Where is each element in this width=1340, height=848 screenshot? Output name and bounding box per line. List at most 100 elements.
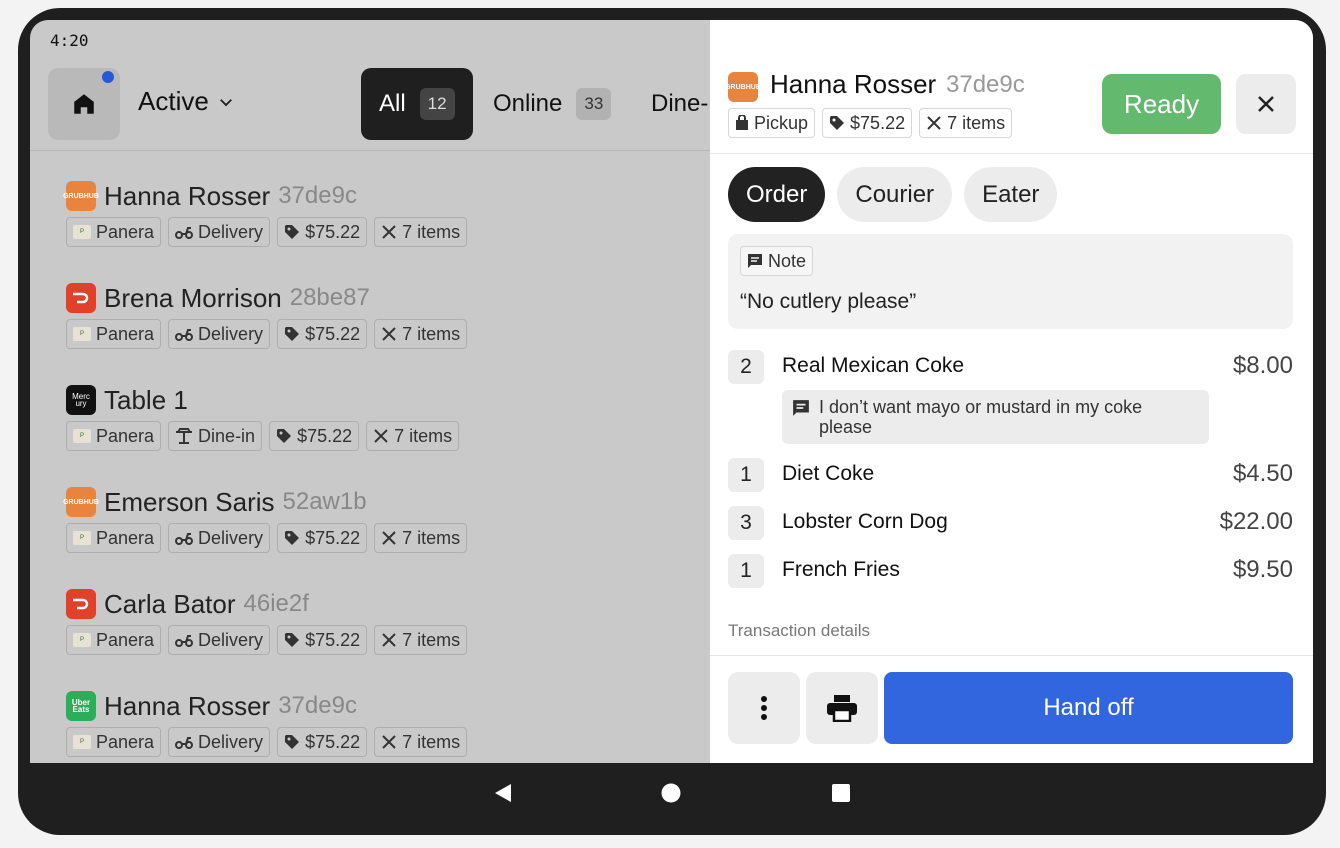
panera-logo: P <box>73 225 91 239</box>
order-id: 28be87 <box>289 284 370 311</box>
table-icon <box>176 428 193 444</box>
filter-online[interactable]: Online 33 <box>475 68 629 140</box>
detail-footer: Hand off <box>710 655 1313 763</box>
message-icon <box>748 254 762 268</box>
item-modifier: I don’t want mayo or mustard in my coke … <box>782 390 1209 444</box>
order-item: 1 French Fries $9.50 <box>728 554 1293 588</box>
utensils-icon <box>382 327 396 341</box>
items-chip: 7 items <box>374 523 468 553</box>
uber-eats-logo: Uber Eats <box>66 691 96 721</box>
items-chip: 7 items <box>366 421 460 451</box>
order-row[interactable]: Merc ury Table 1 P Panera Dine-in $75.22 … <box>66 384 460 451</box>
panera-logo: P <box>73 531 91 545</box>
utensils-icon <box>374 429 388 443</box>
notification-dot <box>102 71 114 83</box>
nav-recents-button[interactable] <box>811 763 871 823</box>
items-chip: 7 items <box>374 727 468 757</box>
system-nav-bar <box>30 763 1313 823</box>
item-name: Lobster Corn Dog <box>782 510 948 533</box>
filter-count: 12 <box>419 88 455 120</box>
recents-icon <box>832 784 850 802</box>
scooter-icon <box>175 533 194 545</box>
view-dropdown[interactable]: Active <box>138 86 235 117</box>
back-icon <box>495 784 511 802</box>
printer-icon <box>827 695 857 722</box>
mode-chip: Delivery <box>168 625 271 655</box>
customer-name: Emerson Saris <box>104 486 275 517</box>
brand-chip: P Panera <box>66 625 162 655</box>
ready-button[interactable]: Ready <box>1102 74 1221 134</box>
order-row[interactable]: Brena Morrison 28be87 P Panera Delivery $… <box>66 282 468 349</box>
panera-logo: P <box>73 633 91 647</box>
order-item: 3 Lobster Corn Dog $22.00 <box>728 506 1293 540</box>
mode-chip: Delivery <box>168 727 271 757</box>
scooter-icon <box>175 329 194 341</box>
scooter-icon <box>175 227 194 239</box>
filter-all[interactable]: All 12 <box>361 68 473 140</box>
order-detail-panel: GRUBHUB Hanna Rosser 37de9c Pickup $75.2… <box>710 20 1313 763</box>
item-name: French Fries <box>782 558 900 581</box>
home-icon <box>74 94 94 114</box>
tab-eater[interactable]: Eater <box>964 167 1058 222</box>
nav-back-button[interactable] <box>473 763 533 823</box>
tag-icon <box>285 735 300 749</box>
close-button[interactable] <box>1236 74 1296 134</box>
print-button[interactable] <box>806 672 878 744</box>
utensils-icon <box>927 116 941 130</box>
utensils-icon <box>382 633 396 647</box>
order-row[interactable]: Uber Eats Hanna Rosser 37de9c P Panera De… <box>66 690 468 757</box>
order-row[interactable]: Carla Bator 46ie2f P Panera Delivery $75.… <box>66 588 468 655</box>
mode-chip: Pickup <box>728 108 816 138</box>
total-chip: $75.22 <box>277 319 368 349</box>
total-chip: $75.22 <box>822 108 913 138</box>
scooter-icon <box>175 737 194 749</box>
order-row[interactable]: GRUBHUB Hanna Rosser 37de9c P Panera Deli… <box>63 180 468 247</box>
more-button[interactable] <box>728 672 800 744</box>
items-chip: 7 items <box>374 319 468 349</box>
utensils-icon <box>382 735 396 749</box>
mode-chip: Dine-in <box>168 421 263 451</box>
hand-off-button[interactable]: Hand off <box>884 672 1293 744</box>
order-id: 37de9c <box>278 692 357 719</box>
more-vertical-icon <box>761 696 767 720</box>
detail-tabs: Order Courier Eater <box>728 167 1058 222</box>
tab-order[interactable]: Order <box>728 167 826 222</box>
modifier-text: I don’t want mayo or mustard in my coke … <box>819 397 1143 437</box>
message-icon <box>793 400 809 416</box>
order-row[interactable]: GRUBHUB Emerson Saris 52aw1b P Panera Del… <box>63 486 468 553</box>
mercury-logo: Merc ury <box>66 385 96 415</box>
item-quantity: 1 <box>728 458 764 492</box>
items-chip: 7 items <box>374 217 468 247</box>
item-price: $22.00 <box>1219 508 1293 535</box>
tag-icon <box>285 225 300 239</box>
panera-logo: P <box>73 735 91 749</box>
total-chip: $75.22 <box>277 727 368 757</box>
brand-chip: P Panera <box>66 319 162 349</box>
chevron-down-icon <box>219 98 232 106</box>
tag-icon <box>285 531 300 545</box>
item-name: Diet Coke <box>782 462 875 485</box>
scooter-icon <box>175 635 194 647</box>
total-chip: $75.22 <box>277 625 368 655</box>
doordash-logo <box>66 589 96 619</box>
item-price: $4.50 <box>1232 460 1293 487</box>
note-tag: Note <box>740 246 814 276</box>
customer-name: Table 1 <box>104 384 188 415</box>
customer-name: Hanna Rosser <box>104 690 271 721</box>
item-price: $9.50 <box>1232 556 1293 583</box>
item-quantity: 3 <box>728 506 764 540</box>
orders-pane: 4:20 Active All 12 Online 33 Dine- GRUBH… <box>30 20 710 763</box>
tag-icon <box>285 327 300 341</box>
grubhub-logo: GRUBHUB <box>63 487 99 517</box>
utensils-icon <box>382 225 396 239</box>
total-chip: $75.22 <box>277 217 368 247</box>
home-button[interactable] <box>48 68 120 140</box>
detail-header: GRUBHUB Hanna Rosser 37de9c Pickup $75.2… <box>710 20 1313 154</box>
nav-home-button[interactable] <box>641 763 701 823</box>
doordash-logo <box>66 283 96 313</box>
order-item: 1 Diet Coke $4.50 <box>728 458 1293 492</box>
grubhub-logo: GRUBHUB <box>63 181 99 211</box>
transaction-details-link[interactable]: Transaction details <box>728 621 870 641</box>
tab-courier[interactable]: Courier <box>837 167 953 222</box>
order-note: Note “No cutlery please” <box>728 234 1293 329</box>
